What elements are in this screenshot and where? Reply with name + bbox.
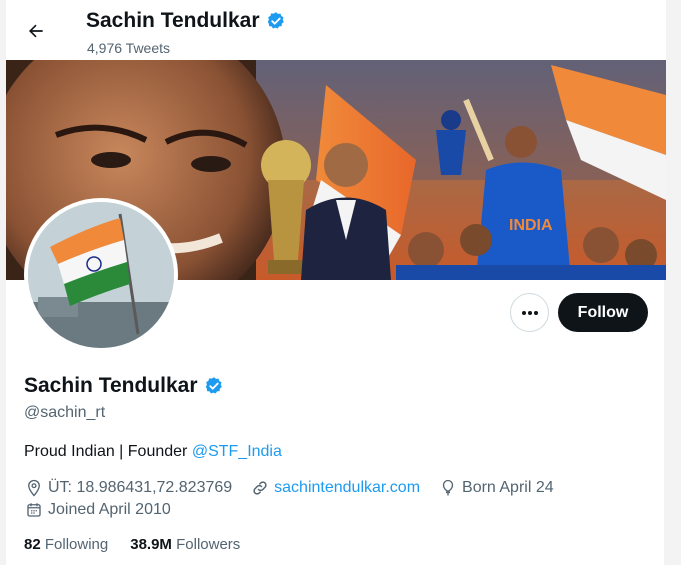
profile-bio: Proud Indian | Founder @STF_India xyxy=(24,443,282,461)
bio-text: Proud Indian | Founder xyxy=(24,443,192,460)
verified-badge-icon xyxy=(205,377,222,394)
profile-meta-row-1: ÜT: 18.986431,72.823769 sachintendulkar.… xyxy=(24,478,572,497)
profile-name-row: Sachin Tendulkar xyxy=(24,374,224,398)
more-dots-icon xyxy=(521,310,538,315)
meta-birthday: Born April 24 xyxy=(438,478,554,497)
followers-stat[interactable]: 38.9M Followers xyxy=(130,536,240,553)
profile-avatar[interactable] xyxy=(24,198,178,352)
profile-page: Sachin Tendulkar 4,976 Tweets INDIA Foll… xyxy=(5,0,666,565)
meta-website: sachintendulkar.com xyxy=(250,478,420,497)
following-stat[interactable]: 82 Following xyxy=(24,536,108,553)
followers-label: Followers xyxy=(176,536,241,553)
header-name: Sachin Tendulkar xyxy=(86,9,260,32)
profile-stats: 82 Following 38.9M Followers xyxy=(24,536,240,553)
header-name-row: Sachin Tendulkar xyxy=(86,9,286,33)
top-bar: Sachin Tendulkar 4,976 Tweets xyxy=(6,0,666,60)
bio-mention-link[interactable]: @STF_India xyxy=(192,443,282,460)
more-options-button[interactable] xyxy=(510,293,549,332)
back-button[interactable] xyxy=(21,16,51,46)
balloon-icon xyxy=(438,478,457,497)
arrow-left-icon xyxy=(28,24,43,38)
website-link[interactable]: sachintendulkar.com xyxy=(274,479,420,497)
followers-count: 38.9M xyxy=(130,536,172,553)
follow-button[interactable]: Follow xyxy=(558,293,648,332)
avatar-image xyxy=(28,202,174,348)
profile-meta-row-2: Joined April 2010 xyxy=(24,500,189,519)
location-text: ÜT: 18.986431,72.823769 xyxy=(48,478,233,496)
tweet-count: 4,976 Tweets xyxy=(87,40,171,56)
profile-name: Sachin Tendulkar xyxy=(24,374,198,397)
following-label: Following xyxy=(44,536,109,553)
link-icon xyxy=(250,478,269,497)
meta-joined: Joined April 2010 xyxy=(24,500,171,519)
jersey-text: INDIA xyxy=(509,217,553,234)
location-pin-icon xyxy=(24,478,43,497)
following-count: 82 xyxy=(24,536,41,553)
meta-location: ÜT: 18.986431,72.823769 xyxy=(24,478,232,497)
verified-badge-icon xyxy=(267,12,284,29)
birthday-text: Born April 24 xyxy=(462,478,554,496)
profile-handle: @sachin_rt xyxy=(24,404,106,421)
calendar-icon xyxy=(24,500,43,519)
joined-text: Joined April 2010 xyxy=(48,500,171,518)
